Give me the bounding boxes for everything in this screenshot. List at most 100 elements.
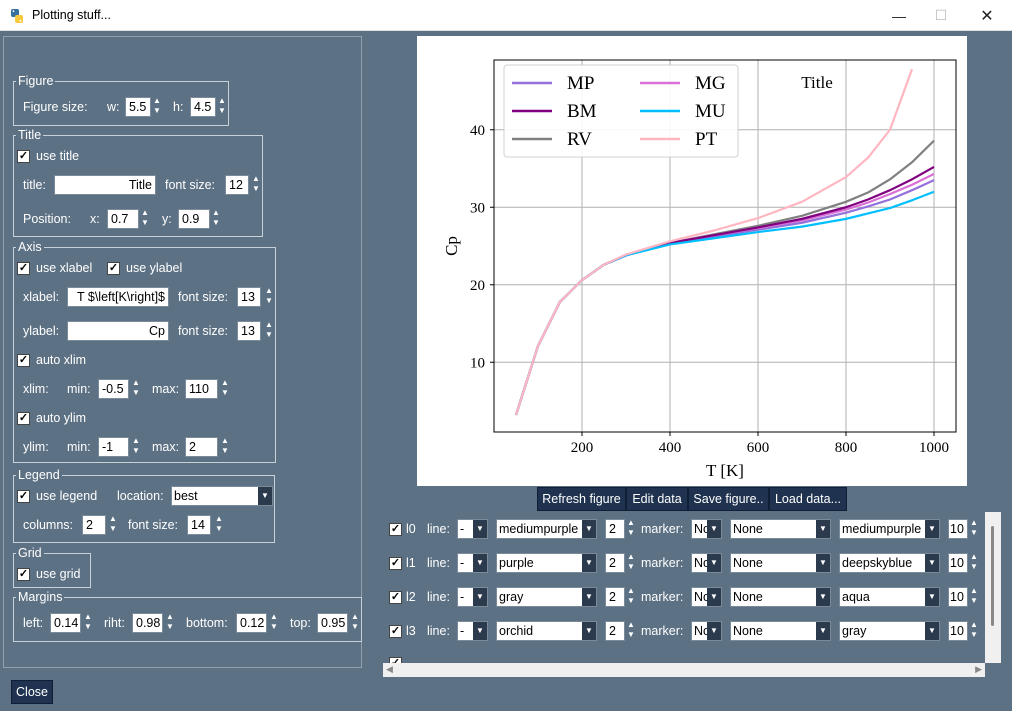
xlabel-font-size-input[interactable]: 13: [237, 287, 261, 307]
line-width-input[interactable]: 2: [605, 519, 625, 539]
marker-fill-select[interactable]: None ▼: [730, 553, 831, 573]
refresh-figure-button[interactable]: Refresh figure: [537, 487, 626, 511]
line-width-input[interactable]: 2: [605, 587, 625, 607]
xlabel-font-size-stepper[interactable]: ▲ ▼: [264, 286, 274, 308]
figure-width-input[interactable]: 5.5: [125, 97, 151, 117]
title-font-size-input[interactable]: 12: [225, 175, 249, 195]
marker-color-select[interactable]: mediumpurple ▼: [839, 519, 940, 539]
margin-top-input[interactable]: 0.95: [317, 613, 348, 633]
scroll-right-icon[interactable]: ▶: [975, 664, 982, 675]
line-style-select[interactable]: - ▼: [457, 587, 488, 607]
ylim-max-input[interactable]: 2: [185, 437, 218, 457]
line-color-select[interactable]: mediumpurple ▼: [496, 519, 597, 539]
line-color-select[interactable]: purple ▼: [496, 553, 597, 573]
marker-select[interactable]: Nc ▼: [691, 587, 722, 607]
use-ylabel-checkbox[interactable]: ✓: [107, 262, 120, 275]
marker-color-select[interactable]: gray ▼: [839, 621, 940, 641]
vertical-scrollbar[interactable]: [985, 512, 1001, 663]
line-width-input[interactable]: 2: [605, 621, 625, 641]
marker-fill-select[interactable]: None ▼: [730, 519, 831, 539]
margin-left-input[interactable]: 0.14: [50, 613, 81, 633]
line-color-select[interactable]: orchid ▼: [496, 621, 597, 641]
figure-height-stepper[interactable]: ▲ ▼: [217, 96, 227, 118]
marker-select[interactable]: Nc ▼: [691, 621, 722, 641]
marker-select[interactable]: Nc ▼: [691, 553, 722, 573]
marker-fill-select[interactable]: None ▼: [730, 621, 831, 641]
figure-height-input[interactable]: 4.5: [190, 97, 216, 117]
marker-size-input[interactable]: 10: [948, 587, 968, 607]
xlim-min-input[interactable]: -0.5: [98, 379, 129, 399]
line-l3-checkbox[interactable]: ✓: [389, 625, 402, 638]
auto-ylim-checkbox[interactable]: ✓: [17, 412, 30, 425]
line-l0-checkbox[interactable]: ✓: [389, 523, 402, 536]
close-window-button[interactable]: ✕: [964, 0, 1010, 31]
marker-select[interactable]: Nc ▼: [691, 519, 722, 539]
use-title-checkbox[interactable]: ✓: [17, 150, 30, 163]
margin-left-stepper[interactable]: ▲ ▼: [83, 612, 93, 634]
line-style-select[interactable]: - ▼: [457, 519, 488, 539]
ylim-max-stepper[interactable]: ▲ ▼: [220, 436, 230, 458]
marker-size-input[interactable]: 10: [948, 553, 968, 573]
chart-xlabel: T [K]: [706, 461, 744, 480]
marker-color-select[interactable]: aqua ▼: [839, 587, 940, 607]
save-figure-button[interactable]: Save figure..: [688, 487, 769, 511]
use-legend-checkbox[interactable]: ✓: [17, 490, 30, 503]
ylabel-input[interactable]: Cp: [67, 321, 169, 341]
margin-right-stepper[interactable]: ▲ ▼: [165, 612, 175, 634]
marker-size-stepper[interactable]: ▲ ▼: [969, 518, 979, 540]
marker-fill-select[interactable]: None ▼: [730, 587, 831, 607]
ylim-min-input[interactable]: -1: [98, 437, 129, 457]
title-font-size-stepper[interactable]: ▲ ▼: [251, 174, 261, 196]
line-style-select[interactable]: - ▼: [457, 553, 488, 573]
edit-data-button[interactable]: Edit data: [626, 487, 688, 511]
legend-columns-input[interactable]: 2: [82, 515, 106, 535]
title-y-stepper[interactable]: ▲ ▼: [211, 208, 221, 230]
ylabel-font-size-stepper[interactable]: ▲ ▼: [264, 320, 274, 342]
partial-row: ✓: [383, 655, 985, 663]
line-width-input[interactable]: 2: [605, 553, 625, 573]
margin-right-input[interactable]: 0.98: [132, 613, 163, 633]
line-style-select[interactable]: - ▼: [457, 621, 488, 641]
line-width-stepper[interactable]: ▲ ▼: [626, 552, 636, 574]
legend-columns-stepper[interactable]: ▲ ▼: [108, 514, 118, 536]
line-width-stepper[interactable]: ▲ ▼: [626, 586, 636, 608]
title-x-input[interactable]: 0.7: [107, 209, 139, 229]
marker-size-stepper[interactable]: ▲ ▼: [969, 586, 979, 608]
auto-xlim-checkbox[interactable]: ✓: [17, 354, 30, 367]
line-l2-checkbox[interactable]: ✓: [389, 591, 402, 604]
marker-size-input[interactable]: 10: [948, 621, 968, 641]
use-grid-checkbox[interactable]: ✓: [17, 568, 30, 581]
legend-location-select[interactable]: best ▼: [171, 486, 273, 506]
close-button[interactable]: Close: [11, 680, 53, 704]
marker-size-stepper[interactable]: ▲ ▼: [969, 620, 979, 642]
line-width-stepper[interactable]: ▲ ▼: [626, 620, 636, 642]
margin-bottom-stepper[interactable]: ▲ ▼: [269, 612, 279, 634]
marker-size-input[interactable]: 10: [948, 519, 968, 539]
marker-size-stepper[interactable]: ▲ ▼: [969, 552, 979, 574]
margin-bottom-input[interactable]: 0.12: [236, 613, 267, 633]
title-input[interactable]: Title: [54, 175, 156, 195]
xlim-max-stepper[interactable]: ▲ ▼: [220, 378, 230, 400]
vertical-scroll-thumb[interactable]: [991, 526, 994, 626]
legend-font-size-stepper[interactable]: ▲ ▼: [214, 514, 224, 536]
use-xlabel-checkbox[interactable]: ✓: [17, 262, 30, 275]
scroll-left-icon[interactable]: ◀: [386, 664, 393, 675]
load-data-button[interactable]: Load data...: [769, 487, 847, 511]
title-y-input[interactable]: 0.9: [178, 209, 210, 229]
line-width-stepper[interactable]: ▲ ▼: [626, 518, 636, 540]
marker-color-select[interactable]: deepskyblue ▼: [839, 553, 940, 573]
xlabel-input[interactable]: T $\left[K\right]$: [67, 287, 169, 307]
line-l1-checkbox[interactable]: ✓: [389, 557, 402, 570]
title-x-stepper[interactable]: ▲ ▼: [140, 208, 150, 230]
minimize-button[interactable]: —: [876, 0, 922, 31]
legend-font-size-input[interactable]: 14: [187, 515, 211, 535]
horizontal-scrollbar[interactable]: ◀ ▶: [383, 663, 985, 677]
ylabel-font-size-input[interactable]: 13: [237, 321, 261, 341]
margin-top-stepper[interactable]: ▲ ▼: [350, 612, 360, 634]
ylim-min-stepper[interactable]: ▲ ▼: [131, 436, 141, 458]
figure-width-stepper[interactable]: ▲ ▼: [152, 96, 162, 118]
xlim-min-stepper[interactable]: ▲ ▼: [131, 378, 141, 400]
line-color-select[interactable]: gray ▼: [496, 587, 597, 607]
maximize-button[interactable]: ☐: [918, 0, 964, 31]
xlim-max-input[interactable]: 110: [185, 379, 218, 399]
